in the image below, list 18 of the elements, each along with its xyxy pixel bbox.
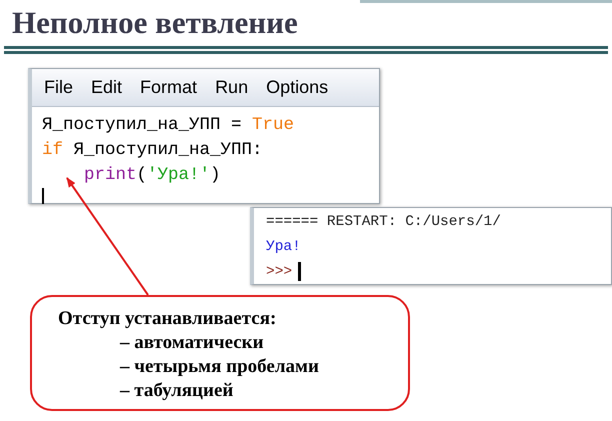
shell-line: ====== RESTART: C:/Users/1/ bbox=[266, 214, 501, 230]
menu-item[interactable]: Options bbox=[266, 74, 328, 101]
code-line: if Я_поступил_на_УПП: bbox=[42, 139, 264, 162]
menu-item[interactable]: File bbox=[44, 74, 74, 101]
shell-prompt: >>> bbox=[266, 264, 292, 280]
callout-item: – автоматически bbox=[118, 331, 265, 355]
callout-item: – четырьмя пробелами bbox=[118, 355, 320, 379]
slide-title: Неполное ветвление bbox=[11, 4, 299, 42]
menu-item[interactable]: Format bbox=[140, 74, 198, 101]
menu-item[interactable]: Edit bbox=[91, 74, 122, 101]
callout-heading: Отступ устанавливается: bbox=[58, 307, 278, 331]
callout-item: – табуляцией bbox=[118, 379, 234, 403]
text-cursor bbox=[42, 188, 44, 204]
code-line: Я_поступил_на_УПП = True bbox=[42, 114, 296, 137]
text-cursor bbox=[298, 262, 302, 281]
code-line: print('Ура!') bbox=[83, 164, 222, 187]
menu-item[interactable]: Run bbox=[215, 74, 248, 101]
shell-line: Ура! bbox=[266, 239, 301, 255]
